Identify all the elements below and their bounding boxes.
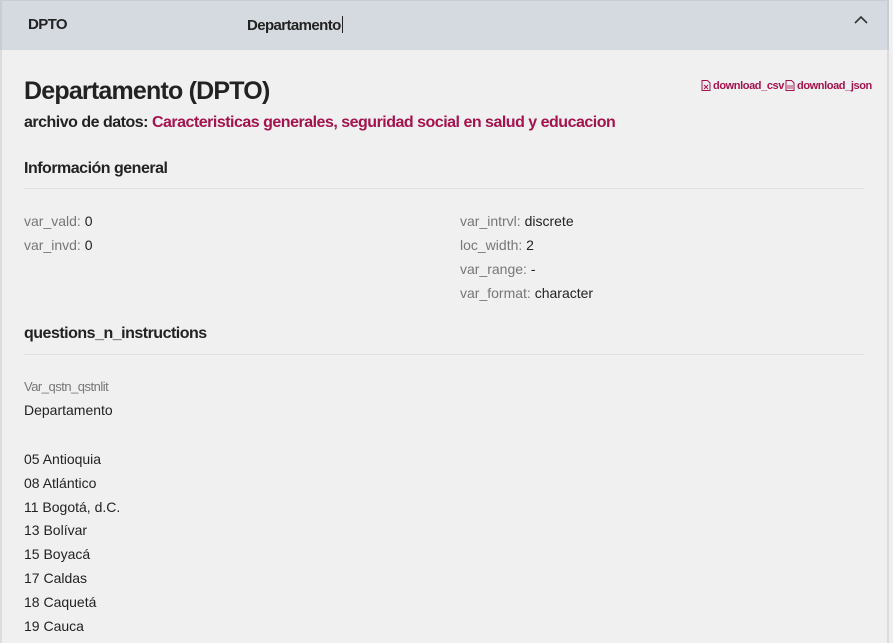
csv-file-icon	[701, 80, 711, 91]
json-file-icon	[785, 80, 795, 91]
download-csv-link[interactable]: download_csv	[701, 80, 784, 92]
stat-var-invd: var_invd: 0	[24, 237, 93, 253]
questions-title: questions_n_instructions	[24, 325, 207, 342]
list-item: 18 Caquetá	[24, 593, 97, 610]
question-literal-label: Var_qstn_qstnlit	[24, 379, 109, 394]
variable-panel	[0, 50, 889, 643]
list-item: 11 Bogotá, d.C.	[24, 498, 121, 515]
general-info-right: var_intrvl: discrete loc_width: 2 var_ra…	[460, 209, 593, 305]
data-file-line: archivo de datos: Caracteristicas genera…	[24, 114, 616, 132]
list-item: 13 Bolívar	[24, 522, 88, 539]
divider	[24, 354, 864, 355]
data-file-link[interactable]: Caracteristicas generales, seguridad soc…	[152, 114, 616, 131]
download-csv-label: download_csv	[713, 80, 784, 92]
list-item: 15 Boyacá	[24, 546, 91, 563]
variable-header[interactable]: DPTO Departamento	[0, 0, 889, 50]
list-item: 05 Antioquia	[24, 451, 102, 467]
stat-var-format: var_format: character	[460, 285, 594, 301]
question-literal-text: Departamento	[24, 402, 113, 418]
stat-var-vald: var_vald: 0	[24, 213, 93, 229]
chevron-up-icon[interactable]	[853, 14, 869, 26]
list-item: 19 Cauca	[24, 617, 84, 634]
header-variable-code: DPTO	[28, 16, 68, 33]
list-item: 17 Caldas	[24, 569, 88, 586]
download-json-link[interactable]: download_json	[785, 80, 872, 92]
divider	[24, 188, 864, 189]
download-json-label: download_json	[797, 80, 872, 92]
category-list: 05 Antioquia 08 Atlántico 11 Bogotá, d.C…	[24, 448, 120, 638]
stat-var-intrvl: var_intrvl: discrete	[460, 213, 574, 229]
stat-loc-width: loc_width: 2	[460, 237, 534, 253]
data-file-label: archivo de datos:	[24, 114, 148, 131]
stat-var-range: var_range: -	[460, 261, 536, 277]
page-title: Departamento (DPTO)	[24, 77, 270, 105]
list-item: 08 Atlántico	[24, 474, 97, 491]
header-variable-name: Departamento	[247, 17, 341, 34]
general-info-left: var_vald: 0 var_invd: 0	[24, 209, 93, 257]
general-info-title: Información general	[24, 160, 168, 177]
